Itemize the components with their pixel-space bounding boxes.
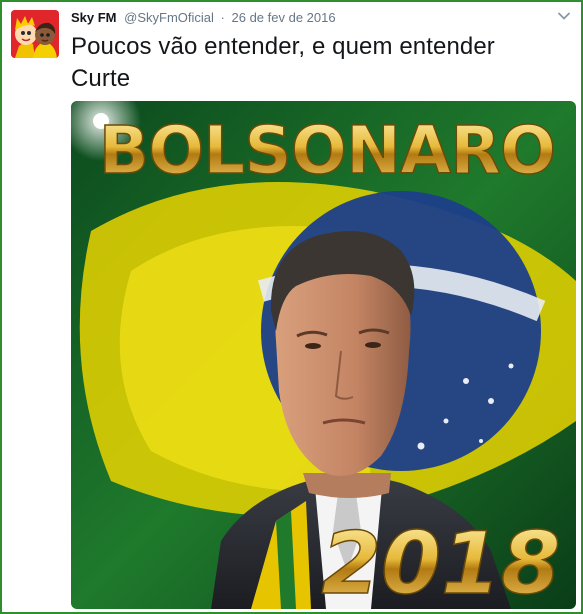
poster-year: 2018 — [321, 514, 560, 609]
avatar[interactable] — [11, 10, 59, 58]
chevron-down-icon[interactable] — [557, 9, 571, 23]
author-handle[interactable]: @SkyFmOficial — [124, 10, 214, 25]
tweet-media-image[interactable]: BOLSONARO 2018 — [71, 101, 576, 609]
tweet-header: Sky FM @SkyFmOficial · 26 de fev de 2016 — [71, 9, 336, 27]
tweet-text: Poucos vão entender, e quem entender Cur… — [71, 31, 561, 95]
campaign-poster-image: BOLSONARO 2018 — [71, 101, 576, 609]
tweet-text-line-1: Poucos vão entender, e quem entender — [71, 33, 495, 60]
separator-dot: · — [220, 10, 225, 25]
tweet-card[interactable]: Sky FM @SkyFmOficial · 26 de fev de 2016… — [0, 0, 583, 614]
cartoon-avatar-icon — [11, 10, 59, 58]
tweet-text-line-2: Curte — [71, 65, 131, 92]
author-name[interactable]: Sky FM — [71, 10, 117, 25]
tweet-timestamp[interactable]: 26 de fev de 2016 — [232, 10, 336, 25]
poster-headline: BOLSONARO — [99, 112, 555, 189]
